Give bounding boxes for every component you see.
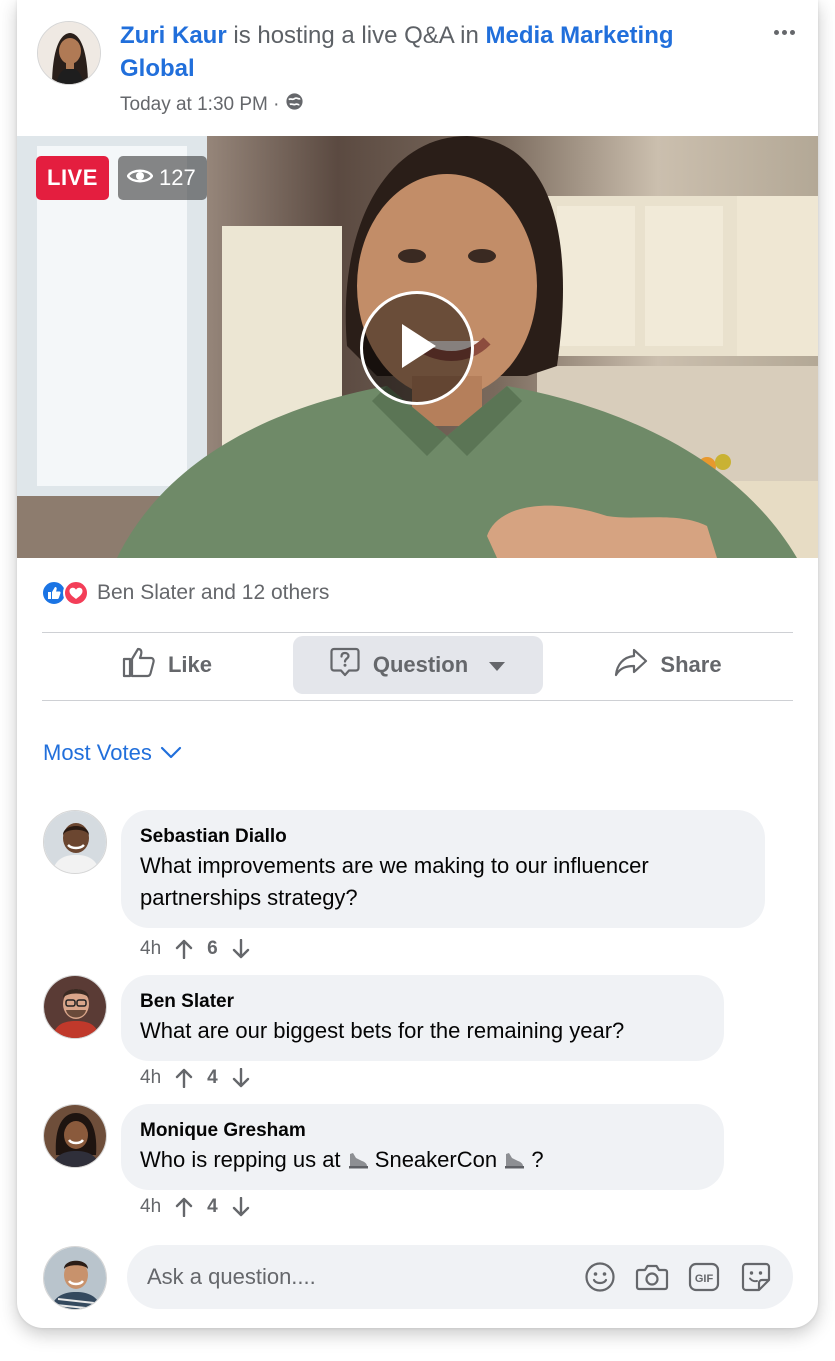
question-meta: 4h 4 <box>140 1067 250 1089</box>
question-icon <box>329 646 361 684</box>
camera-icon[interactable] <box>635 1260 669 1294</box>
live-video-player[interactable]: LIVE 127 <box>17 136 818 558</box>
question-time: 4h <box>140 1067 162 1088</box>
sneaker-icon <box>503 1147 525 1172</box>
question-bubble: Ben Slater What are our biggest bets for… <box>121 975 724 1061</box>
host-name-link[interactable]: Zuri Kaur <box>120 22 227 49</box>
question-text: What are our biggest bets for the remain… <box>140 1018 625 1043</box>
upvote-icon[interactable] <box>175 1068 193 1088</box>
question-text-part: Who is repping us at <box>140 1147 347 1172</box>
question-text-part: SneakerCon <box>368 1147 504 1172</box>
eye-icon <box>126 156 154 200</box>
question-meta: 4h 6 <box>140 938 250 960</box>
avatar[interactable] <box>43 1104 107 1168</box>
vote-count: 4 <box>207 1067 218 1088</box>
post-timestamp[interactable]: Today at 1:30 PM · <box>120 94 279 116</box>
live-qa-post-card: Zuri Kaur is hosting a live Q&A in Media… <box>17 0 818 1328</box>
live-badge: LIVE <box>36 156 109 200</box>
vote-count: 6 <box>207 938 218 959</box>
like-label: Like <box>167 652 213 677</box>
question-text: Who is repping us at SneakerCon ? <box>140 1144 704 1176</box>
upvote-icon[interactable] <box>175 939 193 959</box>
sort-label: Most Votes <box>43 740 152 765</box>
viewer-count-badge: 127 <box>118 156 207 200</box>
reaction-icons <box>41 580 89 606</box>
chevron-down-icon <box>160 740 182 766</box>
love-reaction-icon <box>63 580 89 606</box>
ask-question-input[interactable] <box>147 1264 583 1290</box>
gif-icon[interactable]: GIF <box>687 1260 721 1294</box>
question-author[interactable]: Monique Gresham <box>140 1118 704 1144</box>
question-label: Question <box>372 652 469 677</box>
question-author[interactable]: Ben Slater <box>140 989 704 1015</box>
svg-text:GIF: GIF <box>695 1273 714 1285</box>
question-bubble: Sebastian Diallo What improvements are w… <box>121 810 765 928</box>
compose-toolbar: GIF <box>583 1260 773 1294</box>
share-button[interactable]: Share <box>543 636 793 694</box>
more-icon[interactable] <box>770 20 798 44</box>
avatar[interactable] <box>43 975 107 1039</box>
host-avatar[interactable] <box>37 21 101 85</box>
post-actions-bar: Like Question Share <box>42 634 793 696</box>
downvote-icon[interactable] <box>232 1068 250 1088</box>
upvote-icon[interactable] <box>175 1197 193 1217</box>
thumbs-up-icon <box>122 646 156 684</box>
divider <box>42 632 793 633</box>
question-text: What improvements are we making to our i… <box>140 853 649 910</box>
emoji-icon[interactable] <box>583 1260 617 1294</box>
play-button[interactable] <box>360 291 474 405</box>
reaction-summary-text: Ben Slater and 12 others <box>97 581 330 604</box>
current-user-avatar[interactable] <box>43 1246 107 1310</box>
share-label: Share <box>660 652 722 677</box>
downvote-icon[interactable] <box>232 1197 250 1217</box>
question-button[interactable]: Question <box>292 636 543 694</box>
sneaker-icon <box>347 1147 369 1172</box>
question-time: 4h <box>140 938 162 959</box>
viewer-count: 127 <box>159 165 196 190</box>
sort-dropdown[interactable]: Most Votes <box>43 740 182 766</box>
post-meta: Today at 1:30 PM · <box>120 92 304 117</box>
question-time: 4h <box>140 1196 162 1217</box>
question-text-part: ? <box>525 1147 544 1172</box>
post-header: Zuri Kaur is hosting a live Q&A in Media… <box>17 0 818 136</box>
globe-icon <box>285 92 304 117</box>
post-headline: Zuri Kaur is hosting a live Q&A in Media… <box>120 19 720 85</box>
sticker-icon[interactable] <box>739 1260 773 1294</box>
downvote-icon[interactable] <box>232 939 250 959</box>
avatar[interactable] <box>43 810 107 874</box>
question-bubble: Monique Gresham Who is repping us at Sne… <box>121 1104 724 1190</box>
question-author[interactable]: Sebastian Diallo <box>140 824 745 850</box>
vote-count: 4 <box>207 1196 218 1217</box>
reaction-summary[interactable]: Ben Slater and 12 others <box>41 580 329 606</box>
question-meta: 4h 4 <box>140 1196 250 1218</box>
like-button[interactable]: Like <box>42 636 292 694</box>
divider <box>42 700 793 701</box>
share-icon <box>614 647 648 683</box>
play-icon <box>394 320 440 377</box>
caret-down-icon <box>488 652 506 678</box>
host-action-text: is hosting a live Q&A in <box>226 22 486 49</box>
question-compose-box: GIF <box>127 1245 793 1309</box>
